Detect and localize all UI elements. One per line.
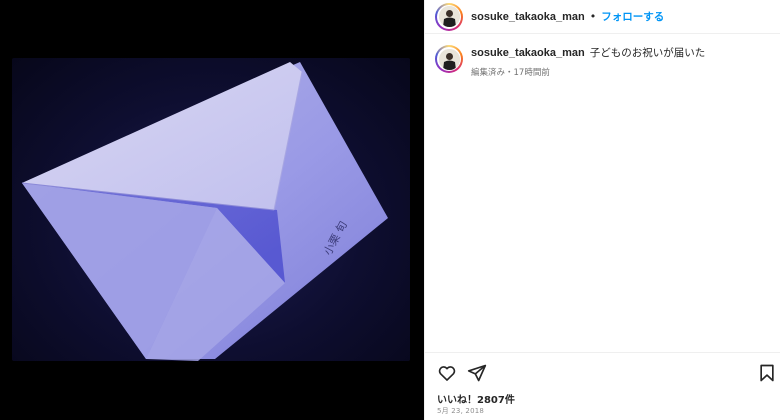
caption: sosuke_takaoka_man 子どものお祝いが届いた 編集済み・17時間… xyxy=(435,45,705,78)
follow-button[interactable]: フォローする xyxy=(601,9,664,24)
bookmark-icon[interactable] xyxy=(757,363,777,383)
envelope-image: 小栗 旬 xyxy=(21,62,388,361)
action-bar xyxy=(425,352,780,392)
likes-count[interactable]: いいね！2807件 xyxy=(437,391,515,406)
paper-plane-icon[interactable] xyxy=(467,363,487,383)
header-username-link[interactable]: sosuke_takaoka_man xyxy=(471,11,585,23)
avatar-image xyxy=(438,6,460,27)
post-media-pane: 小栗 旬 xyxy=(0,0,424,420)
caption-avatar-image xyxy=(438,48,460,70)
post-photo[interactable]: 小栗 旬 xyxy=(12,58,410,361)
header-separator: • xyxy=(589,10,597,23)
heart-icon[interactable] xyxy=(437,363,457,383)
post-date[interactable]: 5月 23, 2018 xyxy=(437,406,484,416)
avatar[interactable] xyxy=(435,2,463,31)
caption-text: 子どものお祝いが届いた xyxy=(589,47,706,59)
caption-meta: 編集済み・17時間前 xyxy=(471,68,550,78)
post-header: sosuke_takaoka_man • フォローする xyxy=(425,0,780,34)
post-info-pane: sosuke_takaoka_man • フォローする sosuke_takao… xyxy=(424,0,780,420)
caption-username-link[interactable]: sosuke_takaoka_man xyxy=(471,47,585,59)
caption-avatar[interactable] xyxy=(435,45,463,73)
